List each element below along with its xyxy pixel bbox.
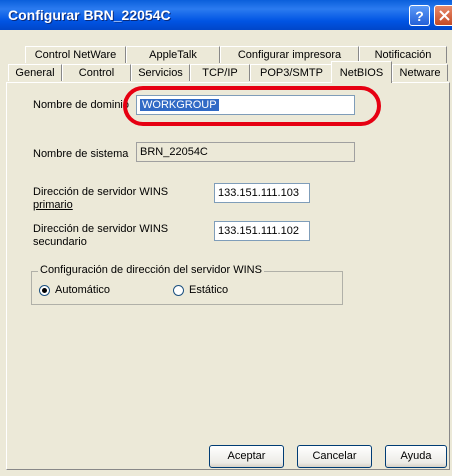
highlight-ring <box>123 86 381 126</box>
tab-control[interactable]: Control <box>62 64 131 81</box>
domain-label: Nombre de dominio <box>33 99 129 111</box>
window-title: Configurar BRN_22054C <box>8 7 171 23</box>
tab-servicios[interactable]: Servicios <box>131 64 190 81</box>
tab-netbios[interactable]: NetBIOS <box>331 61 392 83</box>
radio-estatico-label[interactable]: Estático <box>189 284 228 297</box>
radio-automatico-label[interactable]: Automático <box>55 284 110 297</box>
wins-group-title: Configuración de dirección del servidor … <box>38 264 264 277</box>
tab-appletalk[interactable]: AppleTalk <box>126 46 220 63</box>
accept-button[interactable]: Aceptar <box>209 445 284 468</box>
tab-tcpip[interactable]: TCP/IP <box>190 64 250 81</box>
close-icon <box>439 10 450 21</box>
tab-control-netware[interactable]: Control NetWare <box>25 46 126 63</box>
cancel-button[interactable]: Cancelar <box>297 445 372 468</box>
help-button[interactable]: Ayuda <box>385 445 447 468</box>
radio-estatico[interactable] <box>173 285 184 296</box>
title-bar: Configurar BRN_22054C ? <box>0 0 452 30</box>
tab-general[interactable]: General <box>8 64 62 81</box>
close-button[interactable] <box>434 5 452 26</box>
help-title-button[interactable]: ? <box>409 5 430 26</box>
wins-primary-label-2: primario <box>33 199 73 211</box>
system-name-field: BRN_22054C <box>136 142 355 162</box>
system-label: Nombre de sistema <box>33 148 129 160</box>
wins-secondary-label: Dirección de servidor WINS <box>33 223 169 235</box>
wins-primary-input[interactable]: 133.151.111.103 <box>214 183 310 203</box>
wins-primary-label: Dirección de servidor WINS <box>33 186 169 198</box>
radio-automatico[interactable] <box>39 285 50 296</box>
tab-pop3smtp[interactable]: POP3/SMTP <box>250 64 333 81</box>
wins-secondary-input[interactable]: 133.151.111.102 <box>214 221 310 241</box>
tab-netware[interactable]: Netware <box>392 64 448 81</box>
wins-secondary-label-2: secundario <box>33 236 87 248</box>
